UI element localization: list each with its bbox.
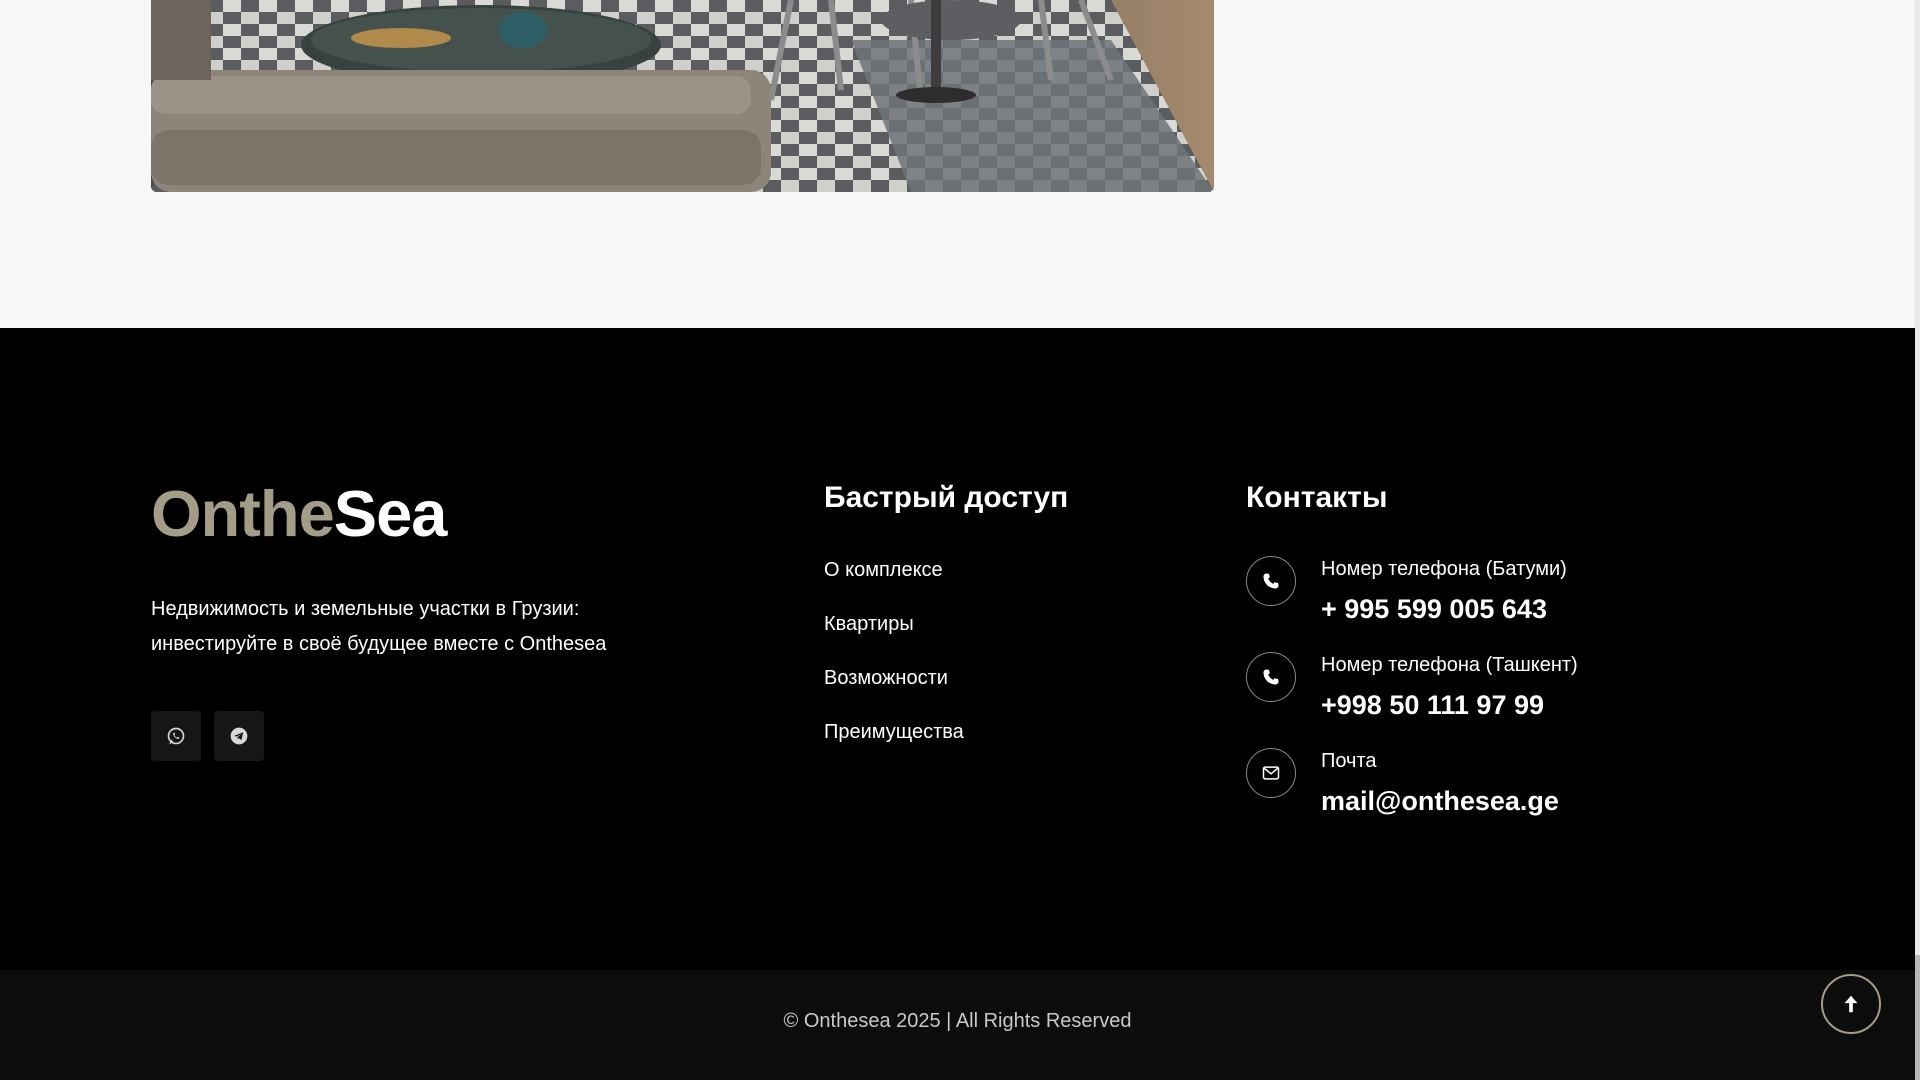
quick-access-title: Бастрый доступ xyxy=(824,481,1069,514)
contact-label-email: Почта xyxy=(1321,750,1377,772)
arrow-up-icon xyxy=(1844,995,1858,1013)
phone-number-batumi[interactable]: + 995 599 005 643 xyxy=(1321,594,1547,625)
contacts-title: Контакты xyxy=(1246,481,1388,514)
contact-item-batumi: Номер телефона (Батуми) + 995 599 005 64… xyxy=(1246,556,1726,626)
quick-link-advantages[interactable]: Преимущества xyxy=(824,720,964,774)
scrollbar-thumb[interactable] xyxy=(1915,955,1920,1080)
social-links xyxy=(151,711,264,761)
copyright-text: © Onthesea 2025 | All Rights Reserved xyxy=(783,1010,1132,1032)
email-address[interactable]: mail@onthesea.ge xyxy=(1321,786,1559,817)
contact-item-email: Почта mail@onthesea.ge xyxy=(1246,748,1726,818)
scroll-to-top-button[interactable] xyxy=(1821,974,1881,1034)
interior-photo-illustration xyxy=(151,0,1214,192)
phone-number-tashkent[interactable]: +998 50 111 97 99 xyxy=(1321,690,1544,721)
scrollbar-track[interactable] xyxy=(1915,0,1920,1080)
contact-item-tashkent: Номер телефона (Ташкент) +998 50 111 97 … xyxy=(1246,652,1726,722)
contact-label-tashkent: Номер телефона (Ташкент) xyxy=(1321,654,1578,676)
whatsapp-button[interactable] xyxy=(151,711,201,761)
quick-link-features[interactable]: Возможности xyxy=(824,666,964,720)
quick-link-about[interactable]: О комплексе xyxy=(824,558,964,612)
site-footer: OntheSea Недвижимость и земельные участк… xyxy=(0,328,1915,970)
logo-part-sea: Sea xyxy=(333,477,448,550)
whatsapp-icon xyxy=(167,727,185,745)
interior-photo xyxy=(151,0,1214,192)
phone-icon xyxy=(1246,652,1296,702)
telegram-icon xyxy=(230,727,248,745)
contact-label-batumi: Номер телефона (Батуми) xyxy=(1321,558,1567,580)
footer-logo[interactable]: OntheSea xyxy=(151,481,447,546)
tagline-line-1: Недвижимость и земельные участки в Грузи… xyxy=(151,598,580,620)
phone-icon xyxy=(1246,556,1296,606)
tagline-line-2: инвестируйте в своё будущее вместе с Ont… xyxy=(151,633,607,655)
footer-tagline: Недвижимость и земельные участки в Грузи… xyxy=(151,592,711,662)
quick-link-apartments[interactable]: Квартиры xyxy=(824,612,964,666)
quick-access-list: О комплексе Квартиры Возможности Преимущ… xyxy=(824,558,964,774)
top-section xyxy=(0,0,1915,328)
mail-icon xyxy=(1246,748,1296,798)
footer-bottom-bar: © Onthesea 2025 | All Rights Reserved xyxy=(0,970,1915,1080)
telegram-button[interactable] xyxy=(214,711,264,761)
logo-part-onthe: Onthe xyxy=(151,477,335,550)
